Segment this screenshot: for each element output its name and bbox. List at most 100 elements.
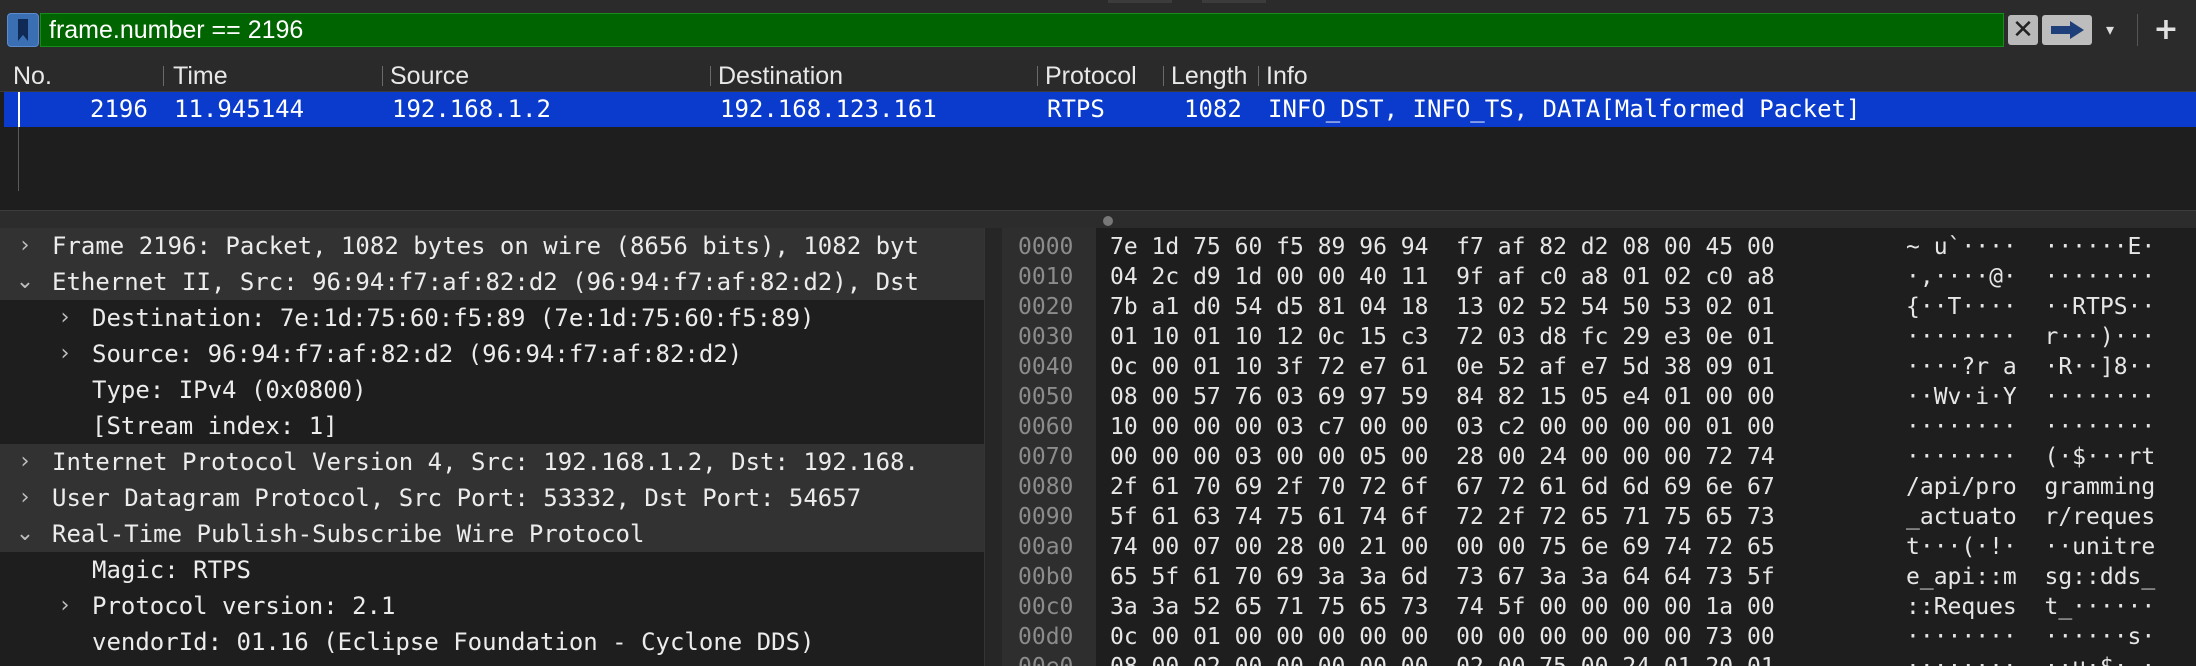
- hex-bytes[interactable]: 0c 00 01 00 00 00 00 00 00 00 00 00 00 0…: [1110, 622, 1775, 652]
- tree-item-label: Internet Protocol Version 4, Src: 192.16…: [52, 448, 919, 476]
- column-header-source[interactable]: Source: [385, 60, 705, 92]
- cell-destination: 192.168.123.161: [720, 95, 937, 123]
- cell-info: INFO_DST, INFO_TS, DATA[Malformed Packet…: [1268, 95, 1861, 123]
- collapse-arrow-icon[interactable]: ⌄: [12, 516, 38, 552]
- toolbar-edge-tab: [1108, 0, 1172, 3]
- tree-item-eth-source[interactable]: › Source: 96:94:f7:af:82:d2 (96:94:f7:af…: [0, 336, 984, 372]
- tree-item-ethernet[interactable]: ⌄ Ethernet II, Src: 96:94:f7:af:82:d2 (9…: [0, 264, 984, 300]
- hex-line[interactable]: 0050 08 00 57 76 03 69 97 59 84 82 15 05…: [1002, 382, 2196, 412]
- hex-line[interactable]: 0080 2f 61 70 69 2f 70 72 6f 67 72 61 6d…: [1002, 472, 2196, 502]
- hex-bytes[interactable]: 00 00 00 03 00 00 05 00 28 00 24 00 00 0…: [1110, 442, 1775, 472]
- hex-line[interactable]: 00d0 0c 00 01 00 00 00 00 00 00 00 00 00…: [1002, 622, 2196, 652]
- expand-arrow-icon[interactable]: ›: [52, 300, 78, 336]
- hex-ascii[interactable]: t···(·!· ··unitre: [1906, 532, 2155, 562]
- hex-ascii[interactable]: ········ (·$···rt: [1906, 442, 2155, 472]
- tree-item-rtps[interactable]: ⌄ Real-Time Publish-Subscribe Wire Proto…: [0, 516, 984, 552]
- hex-line[interactable]: 0030 01 10 01 10 12 0c 15 c3 72 03 d8 fc…: [1002, 322, 2196, 352]
- expand-arrow-icon[interactable]: ›: [12, 228, 38, 264]
- hex-bytes[interactable]: 10 00 00 00 03 c7 00 00 03 c2 00 00 00 0…: [1110, 412, 1775, 442]
- hex-ascii[interactable]: ········ ········: [1906, 412, 2155, 442]
- hex-bytes[interactable]: 08 00 02 00 00 00 00 00 02 00 75 00 24 0…: [1110, 652, 1775, 666]
- hex-bytes[interactable]: 74 00 07 00 28 00 21 00 00 00 75 6e 69 7…: [1110, 532, 1775, 562]
- tree-item-label: [Stream index: 1]: [92, 412, 338, 440]
- hex-ascii[interactable]: ~ u`···· ······E·: [1906, 232, 2155, 262]
- packet-bytes-pane: 0000 7e 1d 75 60 f5 89 96 94 f7 af 82 d2…: [1002, 228, 2196, 666]
- column-divider[interactable]: [1163, 66, 1164, 86]
- hex-ascii[interactable]: ::Reques t_······: [1906, 592, 2155, 622]
- hex-bytes[interactable]: 0c 00 01 10 3f 72 e7 61 0e 52 af e7 5d 3…: [1110, 352, 1775, 382]
- clear-filter-icon[interactable]: ✕: [2008, 15, 2038, 45]
- hex-ascii[interactable]: ··Wv·i·Y ········: [1906, 382, 2155, 412]
- tree-item-eth-type[interactable]: Type: IPv4 (0x0800): [0, 372, 984, 408]
- packet-details-tree: › Frame 2196: Packet, 1082 bytes on wire…: [0, 228, 984, 666]
- packet-list-header: No. Time Source Destination Protocol Len…: [0, 60, 2196, 92]
- expand-arrow-icon[interactable]: ›: [12, 480, 38, 516]
- tree-item-protocol-version[interactable]: › Protocol version: 2.1: [0, 588, 984, 624]
- tree-item-udp[interactable]: › User Datagram Protocol, Src Port: 5333…: [0, 480, 984, 516]
- hex-offset: 0000: [1018, 234, 1074, 260]
- hex-ascii[interactable]: ········ r···)···: [1906, 322, 2155, 352]
- column-divider[interactable]: [1258, 66, 1259, 86]
- conversation-line: [18, 127, 19, 191]
- column-divider[interactable]: [1037, 66, 1038, 86]
- hex-ascii[interactable]: {··T···· ··RTPS··: [1906, 292, 2155, 322]
- tree-item-magic[interactable]: Magic: RTPS: [0, 552, 984, 588]
- column-header-destination[interactable]: Destination: [713, 60, 1033, 92]
- pane-splitter-vertical[interactable]: [984, 228, 1002, 666]
- hex-bytes[interactable]: 7b a1 d0 54 d5 81 04 18 13 02 52 54 50 5…: [1110, 292, 1775, 322]
- table-row[interactable]: 2196 11.945144 192.168.1.2 192.168.123.1…: [4, 92, 2196, 127]
- add-filter-button[interactable]: +: [2148, 13, 2184, 47]
- column-divider[interactable]: [382, 66, 383, 86]
- hex-line[interactable]: 0020 7b a1 d0 54 d5 81 04 18 13 02 52 54…: [1002, 292, 2196, 322]
- hex-bytes[interactable]: 08 00 57 76 03 69 97 59 84 82 15 05 e4 0…: [1110, 382, 1775, 412]
- hex-bytes[interactable]: 3a 3a 52 65 71 75 65 73 74 5f 00 00 00 0…: [1110, 592, 1775, 622]
- collapse-arrow-icon[interactable]: ⌄: [12, 264, 38, 300]
- tree-item-vendor-id[interactable]: vendorId: 01.16 (Eclipse Foundation - Cy…: [0, 624, 984, 660]
- hex-bytes[interactable]: 04 2c d9 1d 00 00 40 11 9f af c0 a8 01 0…: [1110, 262, 1775, 292]
- column-header-info[interactable]: Info: [1261, 60, 2161, 92]
- hex-bytes[interactable]: 5f 61 63 74 75 61 74 6f 72 2f 72 65 71 7…: [1110, 502, 1775, 532]
- splitter-handle[interactable]: [1103, 216, 1113, 226]
- hex-line[interactable]: 0040 0c 00 01 10 3f 72 e7 61 0e 52 af e7…: [1002, 352, 2196, 382]
- hex-line[interactable]: 0000 7e 1d 75 60 f5 89 96 94 f7 af 82 d2…: [1002, 232, 2196, 262]
- hex-line[interactable]: 0010 04 2c d9 1d 00 00 40 11 9f af c0 a8…: [1002, 262, 2196, 292]
- expand-arrow-icon[interactable]: ›: [52, 336, 78, 372]
- hex-ascii[interactable]: ········ ··u·$· ·: [1906, 652, 2155, 666]
- hex-line[interactable]: 0060 10 00 00 00 03 c7 00 00 03 c2 00 00…: [1002, 412, 2196, 442]
- hex-ascii[interactable]: ·,····@· ········: [1906, 262, 2155, 292]
- column-divider[interactable]: [710, 66, 711, 86]
- chevron-down-icon[interactable]: ▾: [2096, 15, 2124, 45]
- tree-item-ipv4[interactable]: › Internet Protocol Version 4, Src: 192.…: [0, 444, 984, 480]
- hex-offset: 0080: [1018, 474, 1074, 500]
- tree-item-stream-index[interactable]: [Stream index: 1]: [0, 408, 984, 444]
- hex-bytes[interactable]: 7e 1d 75 60 f5 89 96 94 f7 af 82 d2 08 0…: [1110, 232, 1775, 262]
- hex-ascii[interactable]: ····?r a ·R··]8··: [1906, 352, 2155, 382]
- hex-line[interactable]: 00a0 74 00 07 00 28 00 21 00 00 00 75 6e…: [1002, 532, 2196, 562]
- column-header-protocol[interactable]: Protocol: [1040, 60, 1160, 92]
- hex-line[interactable]: 00c0 3a 3a 52 65 71 75 65 73 74 5f 00 00…: [1002, 592, 2196, 622]
- expand-arrow-icon[interactable]: ›: [12, 444, 38, 480]
- apply-filter-arrow-icon[interactable]: [2042, 15, 2092, 45]
- pane-splitter-horizontal[interactable]: [0, 210, 2196, 228]
- hex-bytes[interactable]: 01 10 01 10 12 0c 15 c3 72 03 d8 fc 29 e…: [1110, 322, 1775, 352]
- hex-line[interactable]: 00e0 08 00 02 00 00 00 00 00 02 00 75 00…: [1002, 652, 2196, 666]
- hex-ascii[interactable]: /api/pro gramming: [1906, 472, 2155, 502]
- hex-ascii[interactable]: ········ ······s·: [1906, 622, 2155, 652]
- hex-bytes[interactable]: 2f 61 70 69 2f 70 72 6f 67 72 61 6d 6d 6…: [1110, 472, 1775, 502]
- expand-arrow-icon[interactable]: ›: [52, 588, 78, 624]
- hex-line[interactable]: 0070 00 00 00 03 00 00 05 00 28 00 24 00…: [1002, 442, 2196, 472]
- hex-line[interactable]: 0090 5f 61 63 74 75 61 74 6f 72 2f 72 65…: [1002, 502, 2196, 532]
- hex-ascii[interactable]: e_api::m sg::dds_: [1906, 562, 2155, 592]
- column-divider[interactable]: [163, 66, 164, 86]
- display-filter-input[interactable]: [40, 13, 2004, 47]
- hex-line[interactable]: 00b0 65 5f 61 70 69 3a 3a 6d 73 67 3a 3a…: [1002, 562, 2196, 592]
- column-header-time[interactable]: Time: [168, 60, 378, 92]
- tree-item-eth-destination[interactable]: › Destination: 7e:1d:75:60:f5:89 (7e:1d:…: [0, 300, 984, 336]
- tree-item-frame[interactable]: › Frame 2196: Packet, 1082 bytes on wire…: [0, 228, 984, 264]
- filter-bookmark-icon[interactable]: [7, 13, 39, 47]
- hex-ascii[interactable]: _actuato r/reques: [1906, 502, 2155, 532]
- column-header-length[interactable]: Length: [1166, 60, 1256, 92]
- hex-bytes[interactable]: 65 5f 61 70 69 3a 3a 6d 73 67 3a 3a 64 6…: [1110, 562, 1775, 592]
- cell-no: 2196: [90, 95, 148, 123]
- column-header-no[interactable]: No.: [8, 60, 158, 92]
